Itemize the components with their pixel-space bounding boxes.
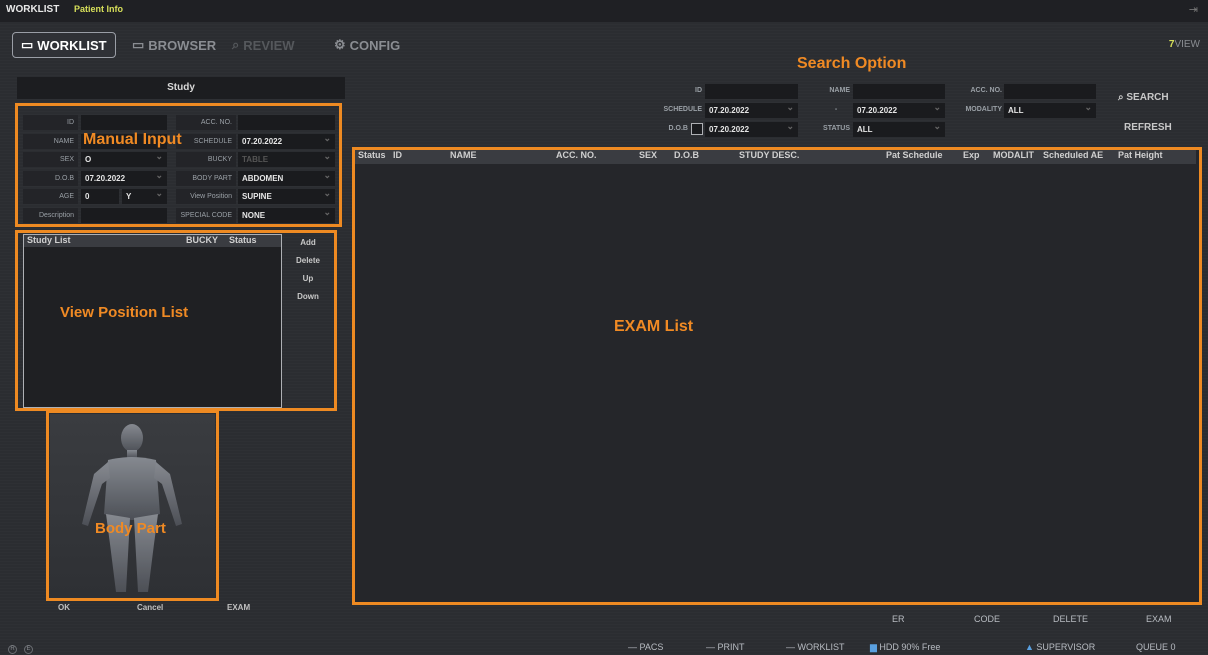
search-name-input[interactable] xyxy=(853,84,945,99)
search-id-input[interactable] xyxy=(705,84,798,99)
manual-input-label: Manual Input xyxy=(83,131,182,148)
patient-info-label: Patient Info xyxy=(74,4,123,14)
exam-list-highlight xyxy=(352,147,1202,605)
dash-icon: — xyxy=(706,642,718,652)
study-header: Study xyxy=(17,77,345,99)
title-bar xyxy=(0,0,1208,22)
search-status-label: STATUS xyxy=(823,125,850,132)
body-part-highlight xyxy=(46,410,219,601)
tab-browser[interactable]: ▭ BROWSER xyxy=(132,32,216,58)
search-dob-picker[interactable]: 07.20.2022 xyxy=(705,119,798,137)
status-select[interactable]: ALL xyxy=(853,119,945,137)
search-button[interactable]: ⌕ SEARCH xyxy=(1118,92,1169,103)
manual-input-highlight xyxy=(15,103,342,227)
search-acc-input[interactable] xyxy=(1004,84,1096,99)
modality-select[interactable]: ALL xyxy=(1004,100,1096,118)
r-indicator: R xyxy=(8,642,17,654)
delete-exam-button[interactable]: DELETE xyxy=(1053,614,1088,624)
pacs-status: — PACS xyxy=(628,642,664,652)
e-indicator: E xyxy=(24,642,33,654)
dash-icon: — xyxy=(628,642,640,652)
er-button[interactable]: ER xyxy=(892,614,905,624)
search-dob-label: D.O.B xyxy=(668,125,688,132)
code-button[interactable]: CODE xyxy=(974,614,1000,624)
hdd-status: ▆ HDD 90% Free xyxy=(870,642,941,652)
brand-logo: 7VIEW xyxy=(1168,39,1200,50)
print-status: — PRINT xyxy=(706,642,745,652)
user-icon: ▲ xyxy=(1025,642,1037,652)
browser-icon: ▭ xyxy=(132,37,145,52)
disk-icon: ▆ xyxy=(870,642,880,652)
body-part-label: Body Part xyxy=(95,520,166,537)
schedule-from-picker[interactable]: 07.20.2022 xyxy=(705,100,798,118)
refresh-button[interactable]: REFRESH xyxy=(1124,122,1172,133)
exam-list-label: EXAM List xyxy=(614,318,694,335)
tab-worklist[interactable]: ▭ WORKLIST xyxy=(12,32,116,58)
app-title: WORKLIST xyxy=(6,4,60,15)
folder-icon: ▭ xyxy=(21,37,34,52)
dash-icon: — xyxy=(786,642,798,652)
gear-icon: ⚙ xyxy=(334,37,346,52)
worklist-status: — WORKLIST xyxy=(786,642,845,652)
exit-icon[interactable]: ⇥ xyxy=(1189,3,1198,16)
ok-button[interactable]: OK xyxy=(58,603,70,612)
dob-checkbox[interactable] xyxy=(691,123,703,135)
search-option-label: Search Option xyxy=(797,55,907,72)
search-id-label: ID xyxy=(695,87,702,94)
schedule-to-picker[interactable]: 07.20.2022 xyxy=(853,100,945,118)
search-acc-label: ACC. NO. xyxy=(970,87,1003,94)
cancel-button[interactable]: Cancel xyxy=(137,603,163,612)
tab-review[interactable]: ⌕ REVIEW xyxy=(232,32,295,58)
user-status: ▲ SUPERVISOR xyxy=(1025,642,1096,652)
queue-status: QUEUE 0 xyxy=(1136,642,1176,652)
search-modality-label: MODALITY xyxy=(965,106,1002,113)
tab-config[interactable]: ⚙ CONFIG xyxy=(334,32,400,58)
exam-button[interactable]: EXAM xyxy=(1146,614,1172,624)
search-icon: ⌕ xyxy=(232,37,240,52)
search-name-label: NAME xyxy=(829,87,850,94)
search-schedule-label: SCHEDULE xyxy=(663,106,702,113)
exam-button-left[interactable]: EXAM xyxy=(227,603,250,612)
schedule-separator: - xyxy=(834,106,838,113)
view-position-list-label: View Position List xyxy=(60,304,189,321)
